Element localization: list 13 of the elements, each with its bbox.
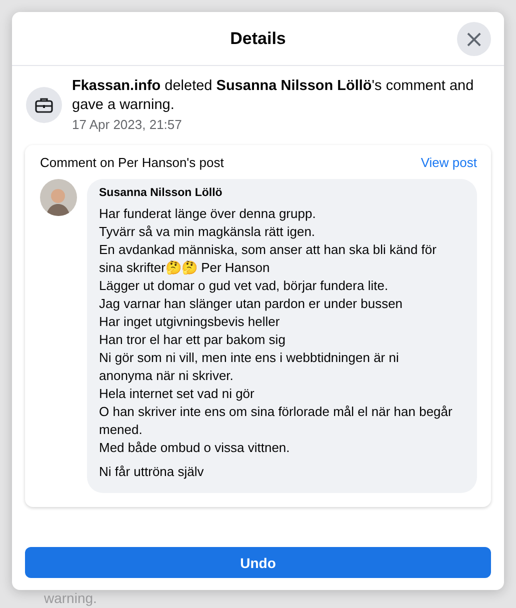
comment-text: Ni får uttröna själv <box>99 463 205 481</box>
view-post-link[interactable]: View post <box>420 155 477 170</box>
close-button[interactable]: × <box>457 22 491 56</box>
avatar <box>40 179 77 216</box>
undo-button[interactable]: Undo <box>25 547 491 578</box>
comment-author: Susanna Nilsson Löllö <box>99 187 224 199</box>
briefcase-icon <box>26 86 62 122</box>
comment-text: Har funderat länge över denna grupp. Tyvärr så va min magkänsla rätt igen. En avdankad människa, som anser att han ska bli känd för sina skrifter🤔🤔 Per Hanson Lägger ut domar o gud vet vad, börjar fundera lite. Jag varnar han slänger utan pardon er under bussen Har inget utgivningsbevis heller Han tror el har ett par bakom sig Ni gör som ni vill, men inte ens i webbtidningen är ni anonyma när ni skriver. Hela internet set vad ni gör O han skriver inte ens om sina förlorade mål el när han begår mened. Med både ombud o vissa vittnen. <box>99 205 454 457</box>
timestamp: 17 Apr 2023, 21:57 <box>72 117 183 132</box>
card-heading: Comment on Per Hanson's post <box>40 155 224 170</box>
dialog-title: Details <box>230 28 286 48</box>
background-text: warning. <box>44 590 97 606</box>
activity-text: Fkassan.info deleted Susanna Nilsson Löllö's comment and gave a warning. <box>72 77 475 115</box>
